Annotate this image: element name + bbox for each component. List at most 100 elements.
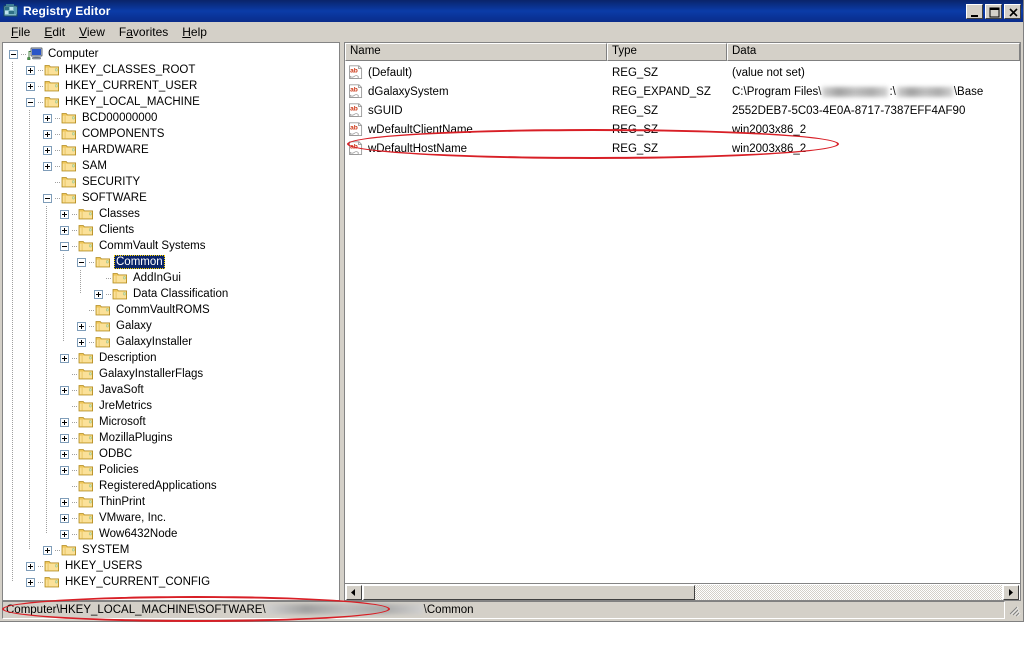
menu-favorites[interactable]: Favorites — [112, 23, 175, 41]
tree-connector-line — [55, 198, 60, 199]
tree-item-security[interactable]: SECURITY — [5, 174, 339, 190]
registry-value-row[interactable]: ab(Default)REG_SZ(value not set) — [345, 63, 1020, 82]
tree-item-commvault-systems[interactable]: CommVault Systems — [5, 238, 339, 254]
list-horizontal-scrollbar[interactable] — [345, 583, 1020, 600]
tree-item-javasoft[interactable]: JavaSoft — [5, 382, 339, 398]
tree-item-classes[interactable]: Classes — [5, 206, 339, 222]
collapse-minus-icon[interactable] — [9, 50, 18, 59]
tree-item-label: JreMetrics — [97, 399, 154, 413]
tree-item-components[interactable]: COMPONENTS — [5, 126, 339, 142]
tree-item-system[interactable]: SYSTEM — [5, 542, 339, 558]
tree-connector-line — [72, 422, 77, 423]
tree-item-common[interactable]: Common — [5, 254, 339, 270]
svg-text:ab: ab — [350, 144, 358, 151]
tree-item-galaxyinstaller[interactable]: GalaxyInstaller — [5, 334, 339, 350]
folder-icon — [44, 575, 60, 589]
tree-connector-line — [106, 278, 111, 279]
expand-plus-icon[interactable] — [77, 322, 86, 331]
menu-view[interactable]: View — [72, 23, 112, 41]
tree-item-hkey-classes-root[interactable]: HKEY_CLASSES_ROOT — [5, 62, 339, 78]
registry-value-row[interactable]: abwDefaultClientNameREG_SZwin2003x86_2 — [345, 120, 1020, 139]
expand-plus-icon[interactable] — [60, 226, 69, 235]
tree-item-odbc[interactable]: ODBC — [5, 446, 339, 462]
tree-item-bcd00000000[interactable]: BCD00000000 — [5, 110, 339, 126]
tree-item-label: CommVaultROMS — [114, 303, 212, 317]
expand-plus-icon[interactable] — [43, 114, 52, 123]
registry-tree-pane[interactable]: ComputerHKEY_CLASSES_ROOTHKEY_CURRENT_US… — [2, 42, 340, 601]
registry-value-row[interactable]: absGUIDREG_SZ2552DEB7-5C03-4E0A-8717-738… — [345, 101, 1020, 120]
menu-help[interactable]: Help — [175, 23, 214, 41]
expand-plus-icon[interactable] — [43, 162, 52, 171]
tree-item-hkey-users[interactable]: HKEY_USERS — [5, 558, 339, 574]
tree-item-hkey-current-user[interactable]: HKEY_CURRENT_USER — [5, 78, 339, 94]
tree-item-thinprint[interactable]: ThinPrint — [5, 494, 339, 510]
registry-values-pane[interactable]: Name Type Data ab(Default)REG_SZ(value n… — [344, 42, 1021, 601]
resize-grip[interactable] — [1007, 603, 1021, 617]
column-header-name[interactable]: Name — [345, 43, 607, 61]
expand-plus-icon[interactable] — [60, 386, 69, 395]
expand-plus-icon[interactable] — [77, 338, 86, 347]
tree-item-data-classification[interactable]: Data Classification — [5, 286, 339, 302]
tree-item-galaxyinstallerflags[interactable]: GalaxyInstallerFlags — [5, 366, 339, 382]
registry-value-row[interactable]: abdGalaxySystemREG_EXPAND_SZC:\Program F… — [345, 82, 1020, 101]
menu-edit[interactable]: Edit — [37, 23, 72, 41]
value-name-cell: absGUID — [345, 103, 607, 118]
tree-item-commvaultroms[interactable]: CommVaultROMS — [5, 302, 339, 318]
expand-plus-icon[interactable] — [94, 290, 103, 299]
collapse-minus-icon[interactable] — [60, 242, 69, 251]
tree-item-policies[interactable]: Policies — [5, 462, 339, 478]
collapse-minus-icon[interactable] — [77, 258, 86, 267]
scroll-left-button[interactable] — [346, 585, 362, 600]
scrollbar-thumb[interactable] — [363, 585, 695, 600]
collapse-minus-icon[interactable] — [26, 98, 35, 107]
expand-plus-icon[interactable] — [60, 498, 69, 507]
expand-plus-icon[interactable] — [26, 578, 35, 587]
expand-plus-icon[interactable] — [26, 562, 35, 571]
expand-plus-icon[interactable] — [60, 466, 69, 475]
expand-plus-icon[interactable] — [60, 514, 69, 523]
tree-item-hkey-current-config[interactable]: HKEY_CURRENT_CONFIG — [5, 574, 339, 590]
tree-item-sam[interactable]: SAM — [5, 158, 339, 174]
expand-plus-icon[interactable] — [60, 418, 69, 427]
expand-plus-icon[interactable] — [26, 66, 35, 75]
expand-plus-icon[interactable] — [43, 146, 52, 155]
tree-item-wow6432node[interactable]: Wow6432Node — [5, 526, 339, 542]
column-header-type[interactable]: Type — [607, 43, 727, 61]
tree-item-clients[interactable]: Clients — [5, 222, 339, 238]
expand-plus-icon[interactable] — [26, 82, 35, 91]
expand-plus-icon[interactable] — [60, 354, 69, 363]
tree-item-mozillaplugins[interactable]: MozillaPlugins — [5, 430, 339, 446]
tree-connector-line — [38, 86, 43, 87]
expand-plus-icon[interactable] — [60, 530, 69, 539]
expand-plus-icon[interactable] — [43, 546, 52, 555]
expand-plus-icon[interactable] — [60, 450, 69, 459]
folder-icon — [61, 191, 77, 205]
tree-item-registeredapplications[interactable]: RegisteredApplications — [5, 478, 339, 494]
tree-item-hkey-local-machine[interactable]: HKEY_LOCAL_MACHINE — [5, 94, 339, 110]
tree-item-vmware-inc[interactable]: VMware, Inc. — [5, 510, 339, 526]
tree-item-label: Galaxy — [114, 319, 154, 333]
tree-item-description[interactable]: Description — [5, 350, 339, 366]
tree-guide-line — [80, 270, 81, 294]
tree-item-galaxy[interactable]: Galaxy — [5, 318, 339, 334]
menu-file[interactable]: File — [4, 23, 37, 41]
tree-item-hardware[interactable]: HARDWARE — [5, 142, 339, 158]
collapse-minus-icon[interactable] — [43, 194, 52, 203]
column-header-data[interactable]: Data — [727, 43, 1020, 61]
maximize-button[interactable] — [985, 4, 1002, 19]
registry-value-row[interactable]: abwDefaultHostNameREG_SZwin2003x86_2 — [345, 139, 1020, 158]
tree-item-microsoft[interactable]: Microsoft — [5, 414, 339, 430]
minimize-button[interactable] — [966, 4, 983, 19]
expand-plus-icon[interactable] — [60, 434, 69, 443]
tree-item-jremetrics[interactable]: JreMetrics — [5, 398, 339, 414]
tree-item-software[interactable]: SOFTWARE — [5, 190, 339, 206]
close-button[interactable] — [1004, 4, 1021, 19]
scrollbar-track[interactable] — [363, 585, 1002, 600]
expand-plus-icon[interactable] — [60, 210, 69, 219]
tree-item-computer[interactable]: Computer — [5, 46, 339, 62]
scroll-right-button[interactable] — [1003, 585, 1019, 600]
registry-values-list: ab(Default)REG_SZ(value not set)abdGalax… — [345, 61, 1020, 583]
tree-item-addingui[interactable]: AddInGui — [5, 270, 339, 286]
expand-plus-icon[interactable] — [43, 130, 52, 139]
folder-icon — [78, 239, 94, 253]
